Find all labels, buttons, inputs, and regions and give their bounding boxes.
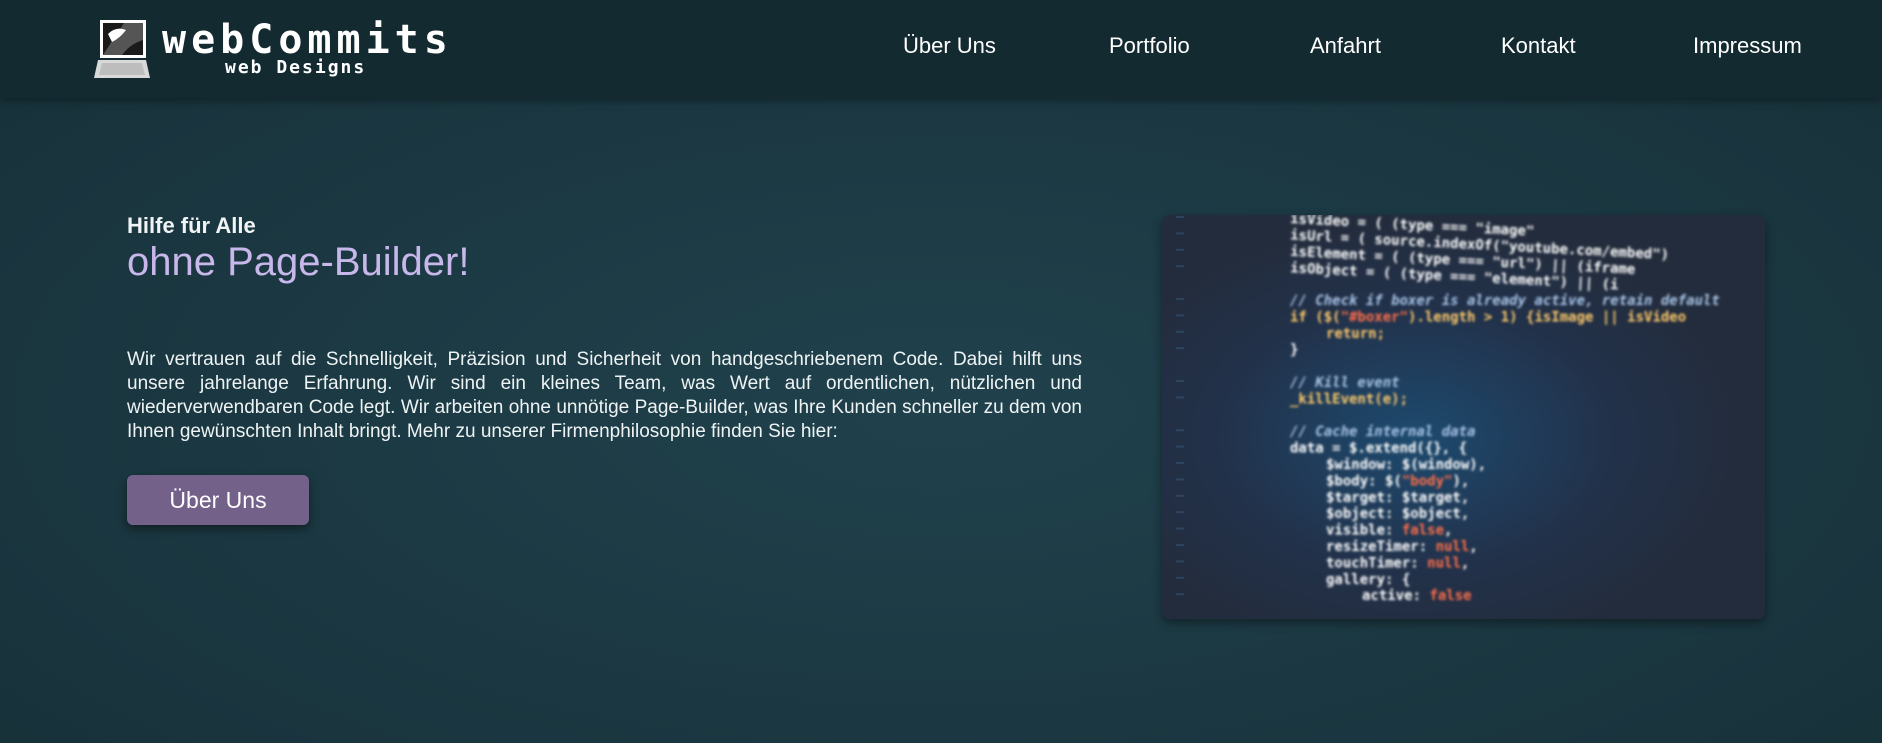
code-line: // Kill event <box>1290 375 1400 391</box>
line-number-mark <box>1176 396 1184 399</box>
about-us-button[interactable]: Über Uns <box>127 475 309 525</box>
code-line: $window: $(window), <box>1326 457 1486 473</box>
line-number-mark <box>1176 560 1184 563</box>
code-screenshot-graphic: isVideo = ( (type === "image"isUrl = ( s… <box>1162 215 1765 619</box>
code-line: _killEvent(e); <box>1290 391 1408 407</box>
nav-link-portfolio[interactable]: Portfolio <box>1109 33 1190 59</box>
nav-link-kontakt[interactable]: Kontakt <box>1501 33 1576 59</box>
nav-link-impressum[interactable]: Impressum <box>1693 33 1802 59</box>
line-number-mark <box>1176 462 1184 464</box>
code-line: gallery: { <box>1326 572 1410 588</box>
line-number-mark <box>1176 347 1184 350</box>
line-number-mark <box>1176 593 1184 596</box>
hero-description: Wir vertrauen auf die Schnelligkeit, Prä… <box>127 349 1082 442</box>
line-number-mark <box>1176 248 1184 251</box>
code-screenshot-image: isVideo = ( (type === "image" isUrl = ( s… <box>1162 215 1765 619</box>
line-number-mark <box>1176 527 1184 530</box>
code-line: if ($("#boxer").length > 1) {isImage || … <box>1290 309 1686 325</box>
line-number-mark <box>1176 298 1184 300</box>
code-line: $object: $object, <box>1326 506 1469 522</box>
code-line: } <box>1290 342 1298 358</box>
line-number-mark <box>1176 445 1184 448</box>
line-number-mark <box>1176 314 1184 317</box>
line-number-mark <box>1176 576 1184 579</box>
code-line: visible: false, <box>1326 523 1452 539</box>
line-number-mark <box>1176 380 1184 382</box>
code-line: // Check if boxer is already active, ret… <box>1290 293 1720 309</box>
line-number-mark <box>1176 494 1184 497</box>
nav-link-anfahrt[interactable]: Anfahrt <box>1310 33 1381 59</box>
site-logo[interactable]: webCommits web Designs <box>94 18 448 80</box>
line-number-mark <box>1176 544 1184 546</box>
code-line: data = $.extend({}, { <box>1290 441 1467 457</box>
code-line: // Cache internal data <box>1290 424 1475 440</box>
navbar: webCommits web Designs Über Uns Portfoli… <box>0 0 1882 98</box>
line-number-mark <box>1176 511 1184 514</box>
brand-subtitle: web Designs <box>225 57 367 78</box>
code-line: active: false <box>1362 588 1472 604</box>
hero-title: ohne Page-Builder! <box>127 240 470 284</box>
line-number-mark <box>1176 216 1184 218</box>
code-line: $target: $target, <box>1326 490 1469 506</box>
code-line: return; <box>1326 326 1385 342</box>
hero-kicker: Hilfe für Alle <box>127 213 256 238</box>
line-number-mark <box>1176 232 1184 235</box>
nav-link-ueber-uns[interactable]: Über Uns <box>903 33 996 59</box>
line-number-mark <box>1176 429 1184 432</box>
code-line: $body: $("body"), <box>1326 473 1469 489</box>
logo-laptop-icon <box>94 20 150 78</box>
line-number-mark <box>1176 478 1184 481</box>
brand-title: webCommits <box>162 17 453 63</box>
code-line: touchTimer: null, <box>1326 555 1469 571</box>
line-number-mark <box>1176 330 1184 333</box>
code-line: resizeTimer: null, <box>1326 539 1478 555</box>
line-number-mark <box>1176 265 1184 268</box>
